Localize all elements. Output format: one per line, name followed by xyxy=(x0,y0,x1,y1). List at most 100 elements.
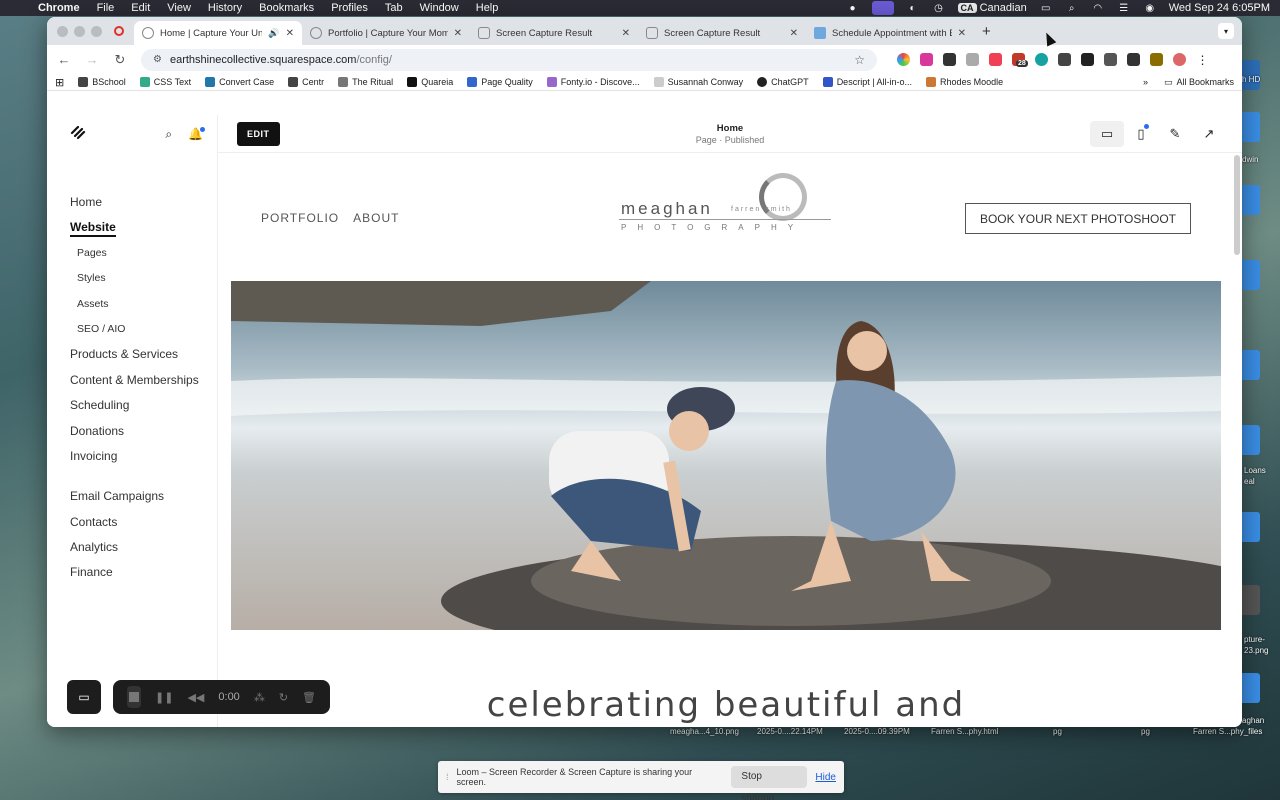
close-tab-icon[interactable]: ✕ xyxy=(622,28,630,39)
address-bar[interactable]: ⚙ earthshinecollective.squarespace.com/c… xyxy=(141,48,877,71)
desktop-file-icon[interactable] xyxy=(1240,112,1260,142)
sidebar-item-products-services[interactable]: Products & Services xyxy=(47,342,217,367)
sidebar-item-home[interactable]: Home xyxy=(47,190,217,215)
bookmark-rhodes-moodle[interactable]: Rhodes Moodle xyxy=(926,77,1003,87)
control-center-icon[interactable]: ☰ xyxy=(1117,3,1131,14)
focus-icon[interactable]: ◐ xyxy=(906,3,920,14)
squarespace-logo-icon[interactable] xyxy=(69,124,87,145)
battery-icon[interactable]: ▭ xyxy=(1039,3,1053,14)
new-tab-plus-icon[interactable]: + xyxy=(974,23,999,45)
sidebar-item-invoicing[interactable]: Invoicing xyxy=(47,444,217,469)
profile-avatar[interactable] xyxy=(1173,53,1186,66)
close-tab-icon[interactable]: ✕ xyxy=(454,28,462,39)
desktop-file-icon[interactable] xyxy=(1240,585,1260,615)
bookmark-quareia[interactable]: Quareia xyxy=(407,77,453,87)
screen-record-icon[interactable] xyxy=(871,1,894,15)
bookmark-the-ritual[interactable]: The Ritual xyxy=(338,77,393,87)
menu-tab[interactable]: Tab xyxy=(385,2,403,14)
tab-search-chevron-icon[interactable]: ▾ xyxy=(1218,23,1234,39)
close-tab-icon[interactable]: ✕ xyxy=(286,28,294,39)
notification-bell-icon[interactable]: 🔔 xyxy=(188,126,205,142)
extension-pink-icon[interactable] xyxy=(920,53,933,66)
open-external-icon[interactable]: ↗ xyxy=(1192,121,1226,147)
sidebar-item-assets[interactable]: Assets xyxy=(47,292,217,317)
sidebar-item-website[interactable]: Website xyxy=(47,215,217,240)
tab-schedule-appointment[interactable]: Schedule Appointment with E ✕ xyxy=(806,21,974,45)
bookmark-css-text[interactable]: CSS Text xyxy=(139,77,191,87)
desktop-file-icon[interactable] xyxy=(1240,185,1260,215)
desktop-file-icon[interactable] xyxy=(1240,673,1260,703)
sidebar-item-styles[interactable]: Styles xyxy=(47,266,217,291)
extension-grid-icon[interactable] xyxy=(943,53,956,66)
bookmark-bschool[interactable]: BSchool xyxy=(78,77,126,87)
restart-icon[interactable]: ◀◀ xyxy=(187,691,204,704)
menu-app-name[interactable]: Chrome xyxy=(38,2,80,14)
extension-teal-icon[interactable] xyxy=(1035,53,1048,66)
menu-file[interactable]: File xyxy=(97,2,115,14)
mobile-view-icon[interactable]: ▯ xyxy=(1124,121,1158,147)
wifi-icon[interactable]: ◠ xyxy=(1091,3,1105,14)
sidebar-item-seo[interactable]: SEO / AIO xyxy=(47,317,217,342)
zoom-window-button[interactable] xyxy=(91,25,102,37)
back-arrow-icon[interactable]: ← xyxy=(57,52,71,67)
menu-help[interactable]: Help xyxy=(476,2,499,14)
extension-camera-icon[interactable] xyxy=(966,53,979,66)
bookmark-chatgpt[interactable]: ChatGPT xyxy=(757,77,809,87)
tab-screen-capture-2[interactable]: Screen Capture Result ✕ xyxy=(638,21,806,45)
preview-scrollbar[interactable] xyxy=(1234,155,1240,255)
trash-icon[interactable]: 🗑 xyxy=(302,691,316,704)
menubar-clock[interactable]: Wed Sep 24 6:05PM xyxy=(1169,2,1270,14)
extension-puzzle-icon[interactable] xyxy=(1104,53,1117,66)
bookmark-fonty[interactable]: Fonty.io - Discove... xyxy=(546,77,640,87)
site-nav-portfolio[interactable]: PORTFOLIO xyxy=(261,211,339,225)
bookmarks-overflow-icon[interactable]: » xyxy=(1143,77,1148,87)
all-bookmarks[interactable]: ▭ All Bookmarks xyxy=(1164,77,1234,88)
site-nav-about[interactable]: ABOUT xyxy=(353,211,399,225)
search-icon[interactable]: ⌕ xyxy=(165,127,172,142)
input-source-label[interactable]: Canadian xyxy=(980,2,1027,14)
sidebar-item-content-memberships[interactable]: Content & Memberships xyxy=(47,368,217,393)
reset-icon[interactable]: ↻ xyxy=(279,691,288,704)
loom-stop-button[interactable] xyxy=(127,686,142,708)
bookmark-centr[interactable]: Centr xyxy=(288,77,324,87)
spotlight-icon[interactable]: ⌕ xyxy=(1065,3,1079,14)
site-logo[interactable]: meaghan farren smith PHOTOGRAPHY xyxy=(619,173,833,237)
browser-menu-icon[interactable]: ⋮ xyxy=(1196,53,1209,67)
menu-profiles[interactable]: Profiles xyxy=(331,2,368,14)
close-tab-icon[interactable]: ✕ xyxy=(790,28,798,39)
menu-window[interactable]: Window xyxy=(420,2,459,14)
menu-history[interactable]: History xyxy=(208,2,242,14)
hide-banner-link[interactable]: Hide xyxy=(815,772,836,783)
apps-grid-icon[interactable]: ⊞ xyxy=(55,76,64,89)
close-window-button[interactable] xyxy=(57,25,68,37)
sidebar-item-finance[interactable]: Finance xyxy=(47,560,217,585)
pause-icon[interactable]: ❚❚ xyxy=(155,691,173,704)
extension-dark-icon[interactable] xyxy=(1127,53,1140,66)
audio-playing-icon[interactable]: 🔊 xyxy=(268,28,279,39)
bookmark-star-icon[interactable]: ☆ xyxy=(854,53,865,67)
sidebar-item-donations[interactable]: Donations xyxy=(47,419,217,444)
sidebar-item-contacts[interactable]: Contacts xyxy=(47,510,217,535)
edit-button[interactable]: EDIT xyxy=(237,121,280,146)
extension-calendar-icon[interactable]: 28 xyxy=(1012,53,1028,67)
stop-sharing-button[interactable]: Stop sharing xyxy=(731,766,808,800)
bookmark-susannah-conway[interactable]: Susannah Conway xyxy=(653,77,743,87)
drag-handle-icon[interactable]: ⁞ xyxy=(446,772,449,782)
extension-color-icon[interactable] xyxy=(897,53,910,66)
sidebar-item-email-campaigns[interactable]: Email Campaigns xyxy=(47,484,217,509)
siri-icon[interactable]: ◉ xyxy=(1143,3,1157,14)
close-tab-icon[interactable]: ✕ xyxy=(958,28,966,39)
downloads-icon[interactable] xyxy=(1150,53,1163,66)
desktop-view-icon[interactable]: ▭ xyxy=(1090,120,1124,147)
sidebar-item-scheduling[interactable]: Scheduling xyxy=(47,393,217,418)
menu-edit[interactable]: Edit xyxy=(131,2,150,14)
site-info-icon[interactable]: ⚙ xyxy=(153,54,162,65)
desktop-file-icon[interactable] xyxy=(1240,260,1260,290)
menu-view[interactable]: View xyxy=(167,2,191,14)
drawing-tools-icon[interactable]: ⁂ xyxy=(254,691,265,704)
bookmark-descript[interactable]: Descript | All-in-o... xyxy=(822,77,912,87)
minimize-window-button[interactable] xyxy=(74,25,85,37)
site-styles-icon[interactable]: ✎ xyxy=(1158,121,1192,147)
bookmark-convert-case[interactable]: Convert Case xyxy=(205,77,274,87)
extension-pocket-icon[interactable] xyxy=(989,53,1002,66)
